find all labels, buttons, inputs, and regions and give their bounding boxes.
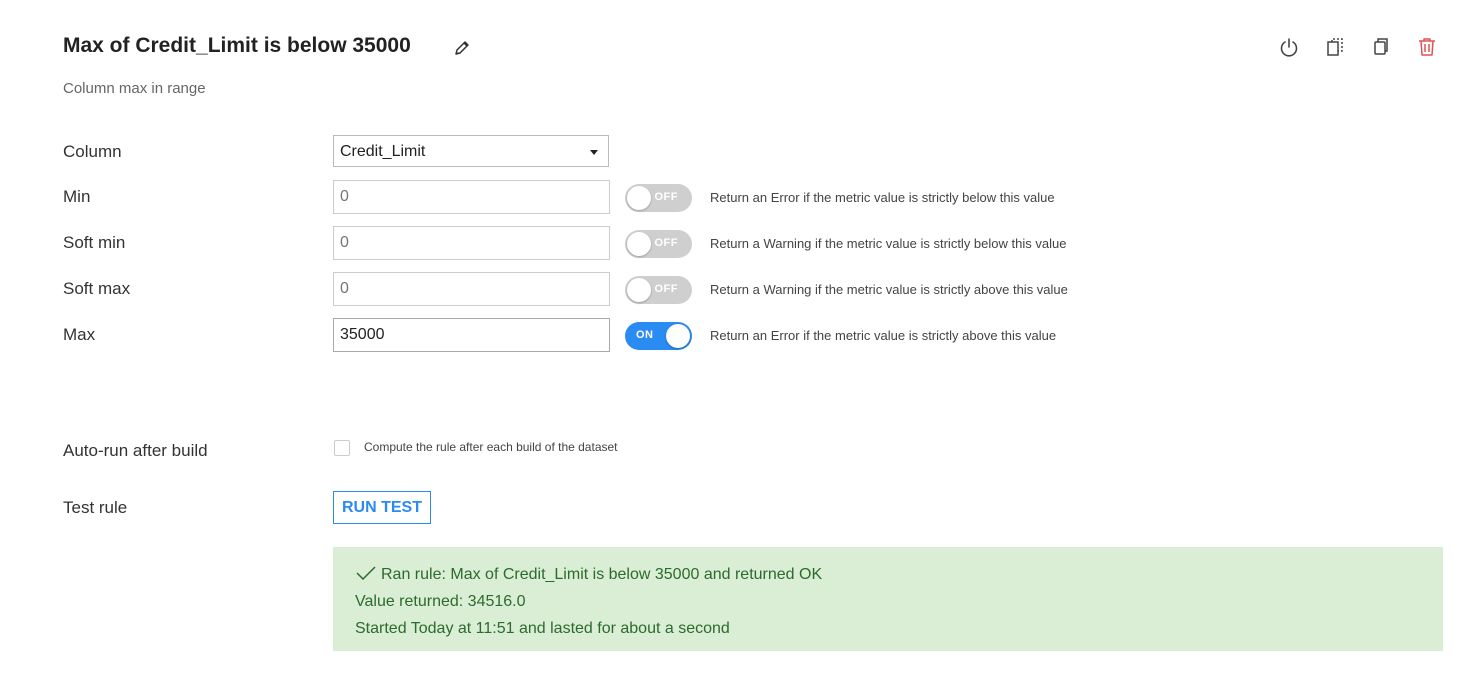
result-status-line: Ran rule: Max of Credit_Limit is below 3… (355, 561, 1421, 588)
soft-max-hint: Return a Warning if the metric value is … (710, 282, 1068, 297)
toggle-knob (666, 324, 690, 348)
chevron-down-icon (590, 150, 598, 155)
min-input[interactable] (333, 180, 610, 214)
trash-icon[interactable] (1416, 36, 1438, 58)
duplicate-icon[interactable] (1370, 36, 1392, 58)
soft-min-label: Soft min (63, 233, 126, 252)
max-toggle[interactable]: ON (625, 322, 692, 350)
min-hint: Return an Error if the metric value is s… (710, 190, 1055, 205)
test-result-panel: Ran rule: Max of Credit_Limit is below 3… (333, 547, 1443, 651)
test-rule-label: Test rule (63, 498, 128, 517)
max-input[interactable] (333, 318, 610, 352)
column-label: Column (63, 142, 122, 161)
min-toggle-text: OFF (654, 191, 678, 203)
page-subtitle: Column max in range (63, 80, 206, 97)
power-icon[interactable] (1278, 36, 1300, 58)
toggle-knob (627, 278, 651, 302)
auto-run-checkbox[interactable] (334, 440, 350, 456)
toggle-knob (627, 232, 651, 256)
auto-run-label: Auto-run after build (63, 441, 208, 460)
toggle-knob (627, 186, 651, 210)
soft-min-input[interactable] (333, 226, 610, 260)
max-hint: Return an Error if the metric value is s… (710, 328, 1057, 343)
min-toggle[interactable]: OFF (625, 184, 692, 212)
max-toggle-text: ON (636, 329, 654, 341)
max-label: Max (63, 325, 96, 344)
column-select[interactable]: Credit_Limit (333, 135, 609, 167)
auto-run-checkbox-label: Compute the rule after each build of the… (364, 440, 618, 454)
soft-max-label: Soft max (63, 279, 131, 298)
min-label: Min (63, 187, 91, 206)
soft-max-toggle-text: OFF (654, 283, 678, 295)
soft-min-toggle-text: OFF (654, 237, 678, 249)
column-select-value: Credit_Limit (340, 143, 426, 160)
run-test-button[interactable]: RUN TEST (333, 491, 431, 524)
result-value-line: Value returned: 34516.0 (355, 593, 526, 610)
header-toolbar (1278, 36, 1438, 58)
pencil-icon[interactable] (452, 38, 472, 58)
check-icon (355, 562, 377, 581)
copy-dashed-icon[interactable] (1324, 36, 1346, 58)
soft-max-toggle[interactable]: OFF (625, 276, 692, 304)
soft-min-hint: Return a Warning if the metric value is … (710, 236, 1067, 251)
soft-min-toggle[interactable]: OFF (625, 230, 692, 258)
page-title: Max of Credit_Limit is below 35000 (63, 34, 411, 57)
result-timing-line: Started Today at 11:51 and lasted for ab… (355, 620, 730, 637)
soft-max-input[interactable] (333, 272, 610, 306)
result-status-text: Ran rule: Max of Credit_Limit is below 3… (381, 566, 823, 583)
